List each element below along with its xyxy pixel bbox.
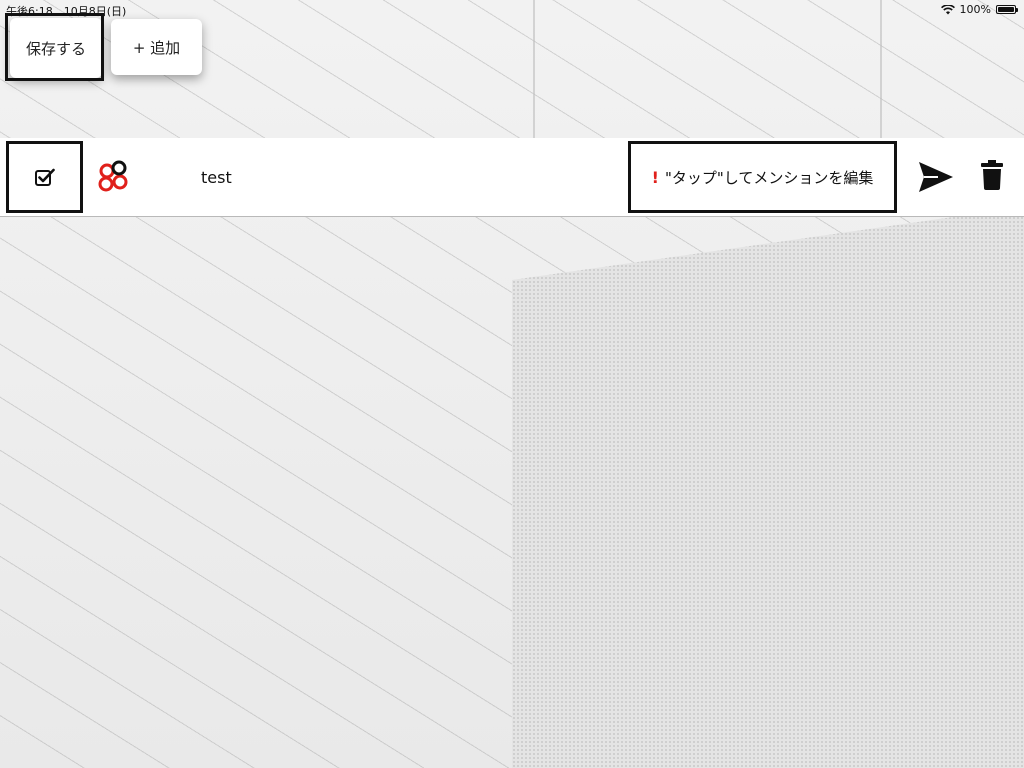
checkbox-checked-icon xyxy=(34,168,55,186)
wifi-icon xyxy=(940,4,955,14)
battery-fill xyxy=(998,7,1014,12)
row-checkbox[interactable] xyxy=(6,141,83,213)
add-button-label: + 追加 xyxy=(132,38,181,57)
status-bar: 午後6:18 10月8日(日) 100% xyxy=(0,0,1024,18)
warning-icon: ! xyxy=(651,167,659,187)
flower-logo-icon xyxy=(98,160,128,192)
background-dotted-panel xyxy=(512,200,1024,768)
battery-percent: 100% xyxy=(959,3,991,16)
save-button[interactable]: 保存する xyxy=(10,18,102,78)
background-line xyxy=(880,0,882,140)
list-item: test ! "タップ"してメンションを編集 xyxy=(0,138,1024,217)
status-time-date: 午後6:18 10月8日(日) xyxy=(6,5,127,18)
battery-icon xyxy=(996,5,1018,14)
trash-icon[interactable] xyxy=(981,160,1003,190)
background-image xyxy=(0,0,1024,768)
background-line xyxy=(533,0,535,140)
save-button-label: 保存する xyxy=(25,39,86,58)
edit-mention-button[interactable]: ! "タップ"してメンションを編集 xyxy=(628,141,897,213)
edit-mention-label: "タップ"してメンションを編集 xyxy=(664,168,874,187)
status-right: 100% xyxy=(940,3,1018,16)
row-name: test xyxy=(201,168,232,187)
add-button[interactable]: + 追加 xyxy=(111,19,202,75)
send-icon[interactable] xyxy=(918,161,954,193)
